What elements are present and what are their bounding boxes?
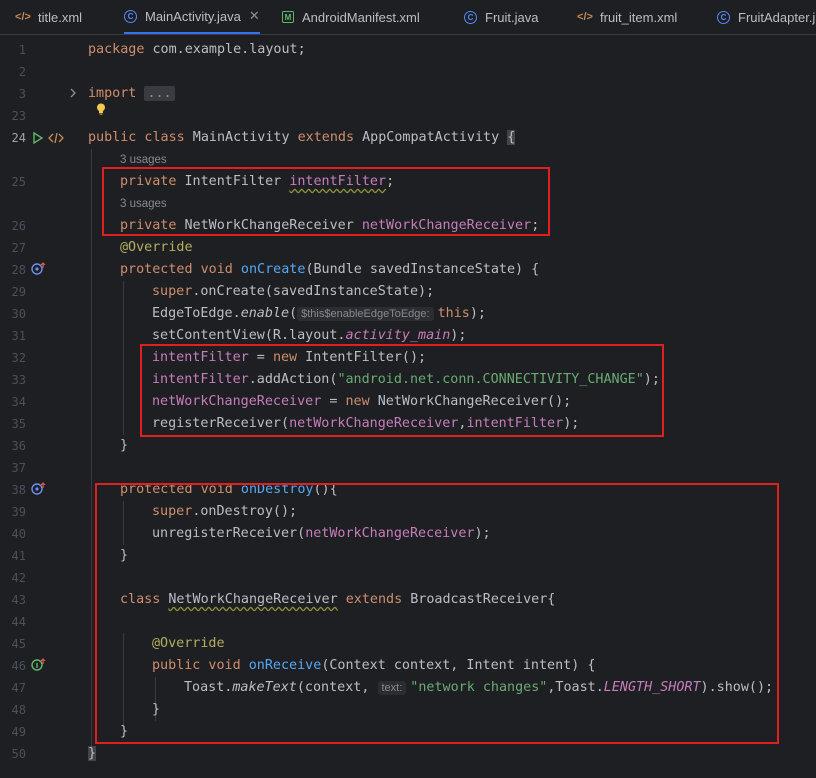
override-method-icon[interactable] — [31, 262, 47, 276]
line-number: 3 — [18, 87, 26, 101]
tab-androidmanifest-xml[interactable]: M AndroidManifest.xml — [282, 0, 420, 34]
line-number: 30 — [11, 307, 26, 321]
line-number: 50 — [11, 747, 26, 761]
line-number: 2 — [18, 65, 26, 79]
line-number: 29 — [11, 285, 26, 299]
highlight-box-register — [140, 344, 664, 437]
line-number: 31 — [11, 329, 26, 343]
code-line-28: protected void onCreate(Bundle savedInst… — [120, 262, 540, 277]
tab-label: fruit_item.xml — [600, 9, 678, 25]
tab-label: Fruit.java — [485, 9, 539, 25]
line-number: 32 — [11, 351, 26, 365]
parameter-hint: $this$enableEdgeToEdge: — [297, 307, 434, 321]
line-number: 37 — [11, 461, 26, 475]
line-number: 44 — [11, 615, 26, 629]
line-number: 41 — [11, 549, 26, 563]
line-number: 36 — [11, 439, 26, 453]
line-number: 38 — [11, 483, 26, 497]
tab-fruit-item-xml[interactable]: </> fruit_item.xml — [577, 0, 678, 34]
line-number: 28 — [11, 263, 26, 277]
line-number: 1 — [18, 43, 26, 57]
tab-label: MainActivity.java — [145, 8, 241, 24]
line-number: 40 — [11, 527, 26, 541]
line-number: 27 — [11, 241, 26, 255]
line-number: 49 — [11, 725, 26, 739]
line-number: 35 — [11, 417, 26, 431]
java-class-icon: C — [464, 10, 477, 24]
line-number: 45 — [11, 637, 26, 651]
line-number: 34 — [11, 395, 26, 409]
tab-label: FruitAdapter.j — [738, 9, 816, 25]
line-number: 26 — [11, 219, 26, 233]
java-class-icon: C — [124, 9, 137, 23]
tab-fruitadapter-java[interactable]: C FruitAdapter.j — [717, 0, 815, 34]
code-line-1: package com.example.layout; — [88, 42, 306, 57]
code-line-50: } — [88, 746, 97, 761]
implement-method-icon[interactable] — [31, 658, 47, 672]
line-number: 25 — [11, 175, 26, 189]
fold-expand-chevron-icon[interactable] — [68, 87, 78, 99]
code-line-27: @Override — [120, 240, 193, 255]
line-number: 33 — [11, 373, 26, 387]
code-line-36: } — [120, 438, 129, 453]
tab-label: title.xml — [38, 9, 83, 25]
tab-title-xml[interactable]: </> title.xml — [15, 0, 83, 34]
line-number: 39 — [11, 505, 26, 519]
close-tab-icon[interactable]: ✕ — [249, 8, 260, 24]
line-number: 23 — [11, 109, 26, 123]
xml-file-icon: </> — [15, 11, 31, 23]
highlight-box-receiver-class — [95, 483, 779, 744]
line-number: 43 — [11, 593, 26, 607]
tab-label: AndroidManifest.xml — [302, 9, 420, 25]
line-number: 47 — [11, 681, 26, 695]
code-line-30: EdgeToEdge.enable($this$enableEdgeToEdge… — [152, 306, 486, 321]
line-number: 48 — [11, 703, 26, 717]
line-number: 46 — [11, 659, 26, 673]
java-class-icon: C — [717, 10, 730, 24]
manifest-file-icon: M — [282, 11, 294, 23]
code-line-29: super.onCreate(savedInstanceState); — [152, 284, 435, 299]
line-number: 24 — [11, 131, 26, 145]
highlight-box-fields — [102, 167, 550, 236]
run-icon[interactable] — [32, 131, 44, 145]
override-method-icon[interactable] — [31, 482, 47, 496]
editor-tab-bar: </> title.xml C MainActivity.java ✕ M An… — [0, 0, 816, 35]
indent-guide — [123, 281, 124, 435]
line-number: 42 — [11, 571, 26, 585]
code-editor[interactable]: 1 2 3 23 24 25 26 27 28 29 30 31 32 33 3… — [0, 35, 816, 778]
tab-fruit-java[interactable]: C Fruit.java — [464, 0, 538, 34]
code-line-24: public class MainActivity extends AppCom… — [88, 130, 516, 145]
tab-mainactivity-java[interactable]: C MainActivity.java ✕ — [124, 0, 260, 34]
folded-imports[interactable]: ... — [144, 86, 175, 101]
code-line-3: import ... — [88, 83, 175, 105]
xml-file-icon: </> — [577, 11, 593, 23]
indent-guide — [91, 149, 92, 753]
xml-layout-link-icon[interactable] — [48, 131, 64, 145]
